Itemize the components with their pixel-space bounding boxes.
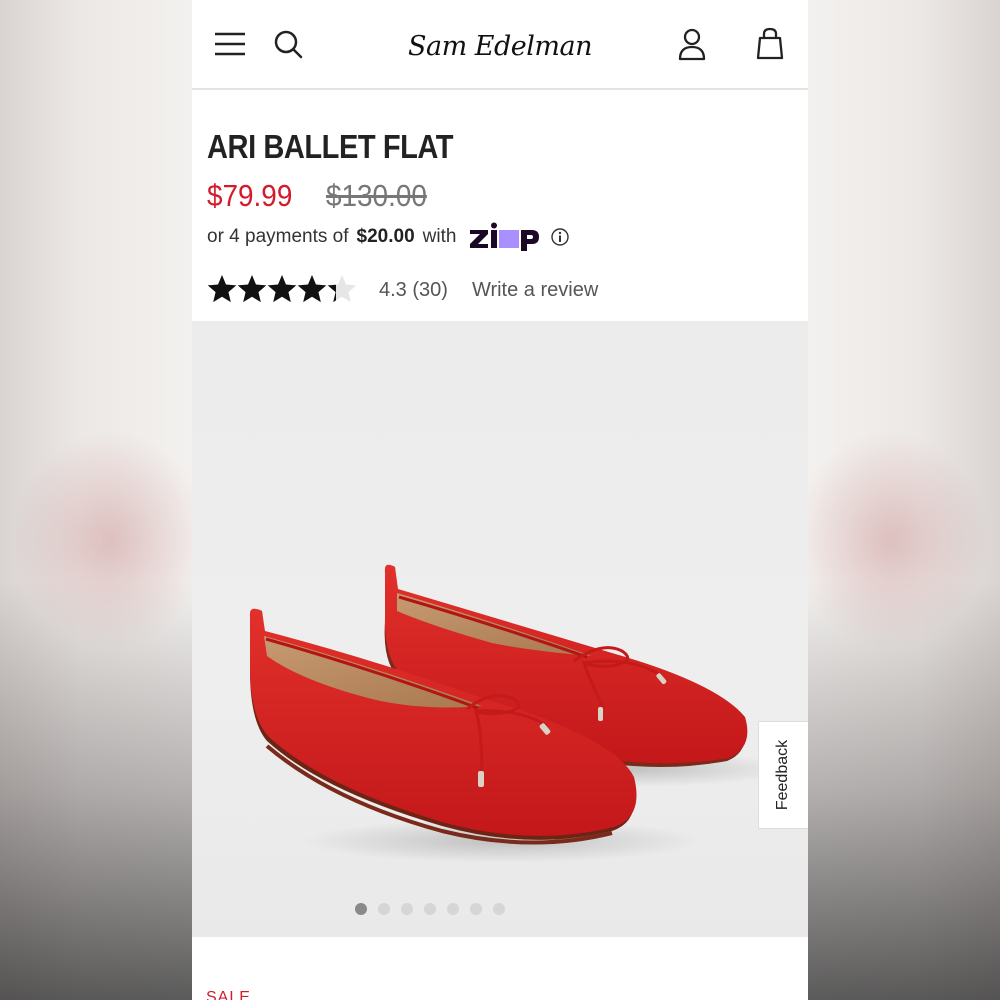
gallery-pagination bbox=[192, 903, 808, 915]
feedback-label: Feedback bbox=[774, 739, 792, 811]
product-summary: ARI BALLET FLAT $79.99 $130.00 or 4 paym… bbox=[192, 90, 808, 320]
original-price: $130.00 bbox=[325, 178, 427, 213]
star-filled bbox=[267, 275, 297, 303]
product-title: ARI BALLET FLAT bbox=[207, 128, 454, 165]
price-row: $79.99 $130.00 bbox=[207, 178, 808, 218]
shopping-bag-icon[interactable] bbox=[750, 24, 790, 64]
gallery-dot[interactable] bbox=[401, 903, 413, 915]
star-filled bbox=[237, 275, 267, 303]
search-icon[interactable] bbox=[268, 24, 308, 64]
sale-price: $79.99 bbox=[207, 178, 293, 213]
installment-amount: $20.00 bbox=[356, 226, 415, 247]
product-image bbox=[249, 564, 792, 863]
rating-row: 4.3 (30) Write a review bbox=[207, 272, 808, 308]
installment-suffix: with bbox=[422, 226, 457, 247]
user-icon[interactable] bbox=[672, 24, 712, 64]
installment-row: or 4 payments of $20.00 with bbox=[207, 220, 808, 254]
rating-summary[interactable]: 4.3 (30) bbox=[379, 279, 448, 302]
gallery-dot[interactable] bbox=[355, 903, 367, 915]
installment-prefix: or 4 payments of bbox=[207, 226, 349, 247]
top-navigation-bar: Sam Edelman bbox=[192, 0, 808, 90]
mobile-page: Sam Edelman ARI BALLET FLAT $79.99 $130.… bbox=[192, 0, 808, 1000]
star-filled bbox=[297, 275, 327, 303]
product-image-gallery[interactable]: Feedback bbox=[192, 321, 808, 937]
brand-logo[interactable]: Sam Edelman bbox=[408, 16, 592, 76]
feedback-tab[interactable]: Feedback bbox=[758, 721, 808, 829]
sale-tag: SALE bbox=[206, 989, 251, 1000]
background-blur bbox=[790, 430, 990, 650]
gallery-dot[interactable] bbox=[493, 903, 505, 915]
details-section: SALE bbox=[192, 937, 808, 1000]
gallery-dot[interactable] bbox=[378, 903, 390, 915]
gallery-dot[interactable] bbox=[424, 903, 436, 915]
zip-logo[interactable] bbox=[468, 222, 540, 252]
gallery-dot[interactable] bbox=[470, 903, 482, 915]
star-rating-icon bbox=[207, 275, 357, 303]
star-filled bbox=[207, 275, 237, 303]
write-review-link[interactable]: Write a review bbox=[472, 279, 598, 302]
info-icon[interactable] bbox=[550, 227, 570, 247]
hamburger-menu-icon[interactable] bbox=[210, 24, 250, 64]
background-blur bbox=[10, 430, 210, 650]
gallery-dot[interactable] bbox=[447, 903, 459, 915]
